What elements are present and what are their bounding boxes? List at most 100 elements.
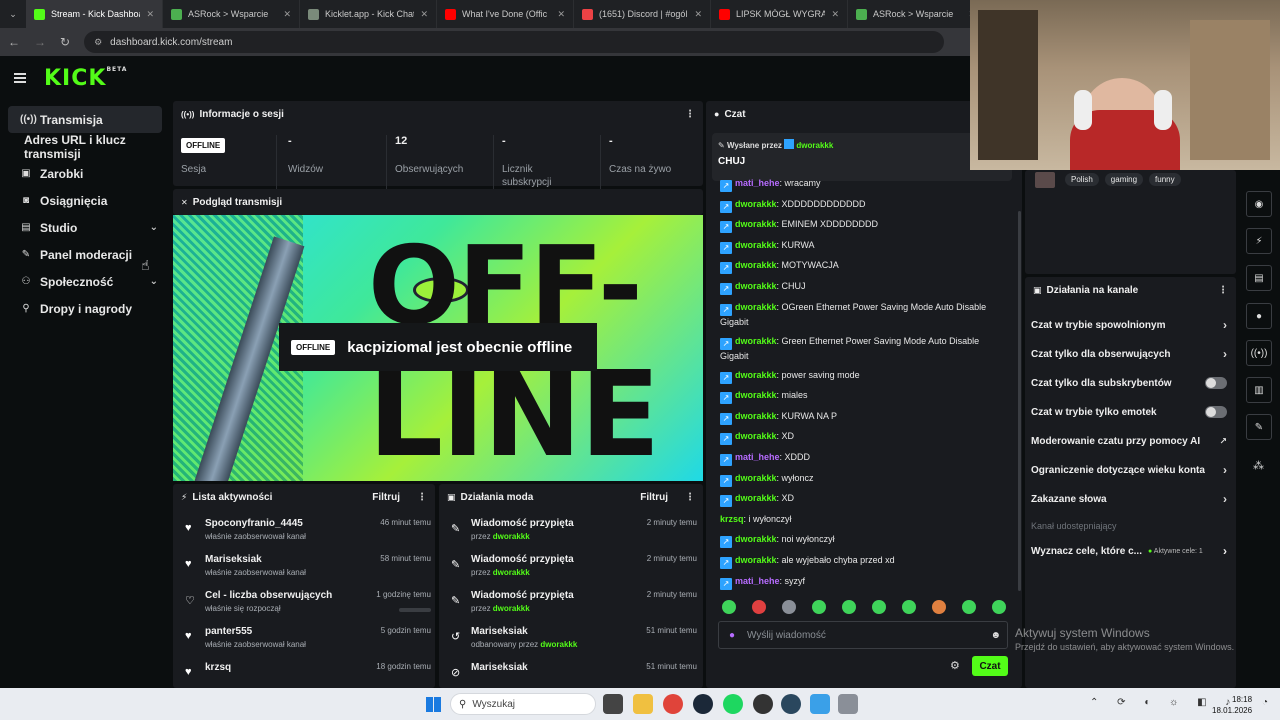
- channel-action-item[interactable]: Czat tylko dla subskrybentów: [1031, 370, 1227, 396]
- goals-item[interactable]: Wyznacz cele, które c... ● Aktywne cele:…: [1031, 541, 1227, 561]
- more-options-icon[interactable]: ⋮: [685, 109, 695, 120]
- mod-action-user[interactable]: dworakkk: [493, 568, 530, 577]
- document-icon[interactable]: ▤: [1246, 265, 1272, 291]
- forward-arrow-icon[interactable]: →: [34, 35, 46, 49]
- add-widget-icon[interactable]: ⁂: [1253, 459, 1264, 472]
- kick-logo[interactable]: KICKBETA: [44, 66, 127, 91]
- chat-username[interactable]: mati_hehe: [735, 452, 780, 462]
- chat-message[interactable]: krzsq: i wyłonczył: [720, 513, 1010, 526]
- activity-row[interactable]: ♥ panter555 właśnie zaobserwował kanał 5…: [181, 622, 431, 658]
- chat-username[interactable]: dworakkk: [735, 260, 777, 270]
- toggle-switch[interactable]: [1205, 406, 1227, 418]
- activity-row[interactable]: ♡ Cel - liczba obserwujących właśnie się…: [181, 586, 431, 622]
- chat-message[interactable]: ↗ dworakkk: power saving mode: [720, 369, 1010, 384]
- broadcast-icon[interactable]: ((•)): [1246, 340, 1272, 366]
- chat-message[interactable]: ↗ dworakkk: CHUJ: [720, 280, 1010, 295]
- emote-icon[interactable]: [722, 600, 736, 614]
- mod-action-user[interactable]: dworakkk: [493, 604, 530, 613]
- mod-action-row[interactable]: ⊘ Mariseksiak 51 minut temu: [447, 658, 697, 688]
- emote-icon[interactable]: [902, 600, 916, 614]
- emote-icon[interactable]: [992, 600, 1006, 614]
- chat-username[interactable]: dworakkk: [735, 199, 777, 209]
- app-icon[interactable]: [838, 694, 858, 714]
- tab-list-button[interactable]: ⌄: [0, 9, 26, 20]
- more-options-icon[interactable]: ⋮: [685, 492, 695, 503]
- chat-username[interactable]: dworakkk: [735, 240, 777, 250]
- sidebar-item-transmisja[interactable]: ((•)) Transmisja: [8, 106, 162, 133]
- sidebar-item-spolecznosc[interactable]: ⚇ Społeczność ⌄: [8, 268, 162, 295]
- channel-action-item[interactable]: Czat tylko dla obserwujących ›: [1031, 341, 1227, 367]
- browser-tab[interactable]: ASRock > Wsparcie✕: [848, 0, 985, 28]
- close-tab-icon[interactable]: ✕: [420, 9, 428, 20]
- chat-username[interactable]: mati_hehe: [735, 576, 780, 586]
- browser-tab[interactable]: Stream - Kick Dashboard ✕: [26, 0, 163, 28]
- chat-scrollbar[interactable]: [1018, 211, 1021, 591]
- chat-message[interactable]: ↗ dworakkk: MOTYWACJA: [720, 259, 1010, 275]
- toggle-switch[interactable]: [1205, 377, 1227, 389]
- more-options-icon[interactable]: ⋮: [417, 492, 427, 503]
- chat-message[interactable]: ↗ dworakkk: XD: [720, 430, 1010, 446]
- channel-tag[interactable]: Polish: [1065, 173, 1099, 186]
- browser-tab[interactable]: Kicklet.app - Kick Chatbot ✕: [300, 0, 437, 28]
- channel-tag[interactable]: gaming: [1104, 173, 1144, 186]
- close-tab-icon[interactable]: ✕: [146, 9, 154, 20]
- chat-username[interactable]: dworakkk: [735, 411, 777, 421]
- filter-button[interactable]: Filtruj: [640, 492, 668, 503]
- lightning-icon[interactable]: ⚡: [1246, 228, 1272, 254]
- chat-username[interactable]: krzsq: [720, 514, 744, 524]
- file-explorer-icon[interactable]: [633, 694, 653, 714]
- url-field[interactable]: ⚙ dashboard.kick.com/stream: [84, 31, 945, 53]
- mod-action-row[interactable]: ↺ Mariseksiak odbanowany przez dworakkk …: [447, 622, 697, 658]
- chat-input[interactable]: ● Wyślij wiadomość ☻: [718, 621, 1008, 649]
- sidebar-item-stream-url[interactable]: Adres URL i klucz transmisji: [8, 133, 162, 161]
- mod-action-row[interactable]: ✎ Wiadomość przypięta przez dworakkk 2 m…: [447, 550, 697, 586]
- pinned-user[interactable]: dworakkk: [796, 141, 833, 150]
- activity-row[interactable]: ♥ Mariseksiak właśnie zaobserwował kanał…: [181, 550, 431, 586]
- layout-icon[interactable]: ▥: [1246, 377, 1272, 403]
- chat-username[interactable]: dworakkk: [735, 534, 777, 544]
- chat-username[interactable]: dworakkk: [735, 390, 777, 400]
- chat-message[interactable]: ↗ dworakkk: miales: [720, 389, 1010, 405]
- filter-button[interactable]: Filtruj: [372, 492, 400, 503]
- browser-tab[interactable]: ASRock > Wsparcie✕: [163, 0, 300, 28]
- chat-username[interactable]: dworakkk: [735, 336, 777, 346]
- chat-message[interactable]: ↗ dworakkk: XDDDDDDDDDDDD: [720, 198, 1010, 213]
- close-tab-icon[interactable]: ✕: [557, 9, 565, 20]
- chat-username[interactable]: dworakkk: [735, 302, 777, 312]
- mod-action-user[interactable]: dworakkk: [493, 532, 530, 541]
- chat-message[interactable]: ↗ dworakkk: wyłoncz: [720, 472, 1010, 487]
- microphone-icon[interactable]: ●: [729, 630, 735, 641]
- chat-message[interactable]: ↗ mati_hehe: wracamy: [720, 177, 1010, 192]
- chat-username[interactable]: dworakkk: [735, 219, 777, 229]
- steam-icon[interactable]: [693, 694, 713, 714]
- app-icon[interactable]: [810, 694, 830, 714]
- chat-message[interactable]: ↗ dworakkk: KURWA NA P: [720, 410, 1010, 425]
- chat-username[interactable]: mati_hehe: [735, 178, 780, 188]
- chat-message[interactable]: ↗ dworakkk: OGreen Ethernet Power Saving …: [720, 301, 1010, 329]
- chat-username[interactable]: dworakkk: [735, 370, 777, 380]
- browser-tab[interactable]: (1651) Discord | #ogólny ✕: [574, 0, 711, 28]
- chat-message[interactable]: ↗ dworakkk: KURWA: [720, 239, 1010, 254]
- sidebar-item-dropy[interactable]: ⚲ Dropy i nagrody: [8, 295, 162, 322]
- browser-tab[interactable]: LIPSK MÓGŁ WYGRAĆ, A ✕: [711, 0, 848, 28]
- steam-app-icon[interactable]: [781, 694, 801, 714]
- channel-action-item[interactable]: Moderowanie czatu przy pomocy AI ↗: [1031, 428, 1227, 454]
- chat-message[interactable]: ↗ mati_hehe: XDDD: [720, 451, 1010, 466]
- close-tab-icon[interactable]: ✕: [283, 9, 291, 20]
- mod-action-user[interactable]: dworakkk: [540, 640, 577, 649]
- camera-icon[interactable]: ◉: [1246, 191, 1272, 217]
- more-options-icon[interactable]: ⋮: [1218, 285, 1228, 296]
- chat-message[interactable]: ↗ dworakkk: noi wyłonczył: [720, 533, 1010, 549]
- chat-message[interactable]: ↗ dworakkk: XD: [720, 492, 1010, 508]
- emote-icon[interactable]: [842, 600, 856, 614]
- chat-username[interactable]: dworakkk: [735, 473, 777, 483]
- menu-icon[interactable]: [14, 73, 26, 83]
- sidebar-item-studio[interactable]: ▤ Studio ⌄: [8, 214, 162, 241]
- chat-send-button[interactable]: Czat: [972, 656, 1008, 676]
- channel-action-item[interactable]: Zakazane słowa ›: [1031, 486, 1227, 512]
- back-arrow-icon[interactable]: ←: [8, 35, 20, 49]
- emote-icon[interactable]: [962, 600, 976, 614]
- task-view-icon[interactable]: [603, 694, 623, 714]
- notifications-icon[interactable]: ◔: [1262, 697, 1268, 708]
- pinned-message[interactable]: ✎ Wysłane przez dworakkk CHUJ: [712, 133, 1012, 181]
